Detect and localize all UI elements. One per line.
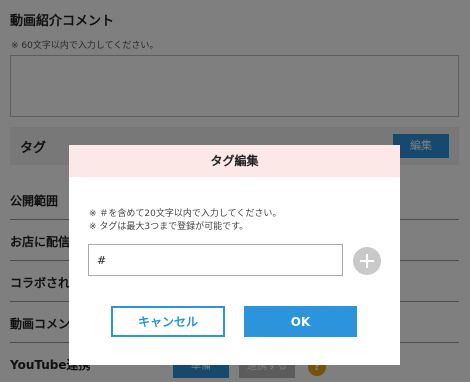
note-tag-limit: ※ タグは最大3つまで登録が可能です。	[89, 222, 249, 232]
add-tag-button[interactable]	[353, 247, 381, 275]
tag-edit-modal: タグ編集 ※ ＃を含めて20文字以内で入力してください。 ※ タグは最大3つまで…	[69, 145, 400, 365]
modal-notes: ※ ＃を含めて20文字以内で入力してください。 ※ タグは最大3つまで登録が可能…	[89, 208, 281, 234]
ok-button[interactable]: OK	[244, 306, 357, 337]
note-char-limit: ※ ＃を含めて20文字以内で入力してください。	[89, 209, 282, 219]
cancel-button[interactable]: キャンセル	[111, 306, 225, 337]
plus-icon	[360, 254, 374, 268]
tag-input[interactable]	[88, 244, 343, 276]
modal-title: タグ編集	[69, 145, 400, 177]
